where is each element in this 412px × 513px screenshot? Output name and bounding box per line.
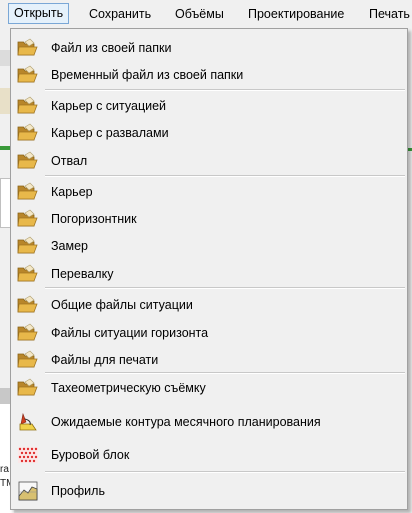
folder-icon [17, 378, 39, 398]
menu-item-label: Карьер [51, 185, 93, 199]
folder-icon [17, 151, 39, 171]
folder-icon [17, 264, 39, 284]
menu-item-label: Карьер с развалами [51, 126, 169, 140]
menu-item[interactable]: Погоризонтник [13, 207, 405, 231]
menu-item-label: Временный файл из своей папки [51, 68, 244, 82]
menu-open[interactable]: Открыть [8, 3, 70, 24]
folder-icon [17, 209, 39, 229]
menu-item[interactable]: Карьер с развалами [13, 121, 405, 145]
folder-icon [17, 350, 39, 370]
menu-item-label: Профиль [51, 484, 105, 498]
menu-item-label: Ожидаемые контура месячного планирования [51, 415, 321, 429]
drill-block-icon [17, 445, 39, 465]
menu-bar: Открыть Сохранить Объёмы Проектирование … [0, 0, 412, 29]
menu-item[interactable]: Общие файлы ситуации [13, 293, 405, 317]
menu-item-label: Файлы для печати [51, 353, 159, 367]
folder-icon [17, 236, 39, 256]
menu-volumes[interactable]: Объёмы [170, 4, 229, 24]
menu-item[interactable]: Карьер [13, 180, 405, 204]
open-menu-dropdown: Файл из своей папки Временный файл из св… [10, 28, 408, 510]
menu-item[interactable]: Отвал [13, 149, 405, 173]
menu-separator [45, 287, 405, 289]
profile-chart-icon [17, 481, 39, 501]
menu-item-label: Карьер с ситуацией [51, 99, 167, 113]
menu-item[interactable]: Ожидаемые контура месячного планирования [13, 410, 405, 434]
menu-item-label: Файл из своей папки [51, 41, 172, 55]
menu-item-label: Тахеометрическую съёмку [51, 381, 206, 395]
folder-icon [17, 182, 39, 202]
menu-save[interactable]: Сохранить [84, 4, 156, 24]
menu-item-label: Файлы ситуации горизонта [51, 326, 209, 340]
folder-icon [17, 65, 39, 85]
menu-item[interactable]: Перевалку [13, 262, 405, 286]
menu-item-label: Погоризонтник [51, 212, 137, 226]
menu-item[interactable]: Файлы для печати [13, 348, 405, 372]
menu-item[interactable]: Замер [13, 234, 405, 258]
menu-separator [45, 89, 405, 91]
menu-separator [45, 471, 405, 473]
folder-icon [17, 123, 39, 143]
menu-item-label: Перевалку [51, 267, 114, 281]
menu-item[interactable]: Временный файл из своей папки [13, 63, 405, 87]
folder-icon [17, 323, 39, 343]
menu-item[interactable]: Файлы ситуации горизонта [13, 321, 405, 345]
folder-icon [17, 96, 39, 116]
menu-item-label: Отвал [51, 154, 88, 168]
menu-item-label: Буровой блок [51, 448, 130, 462]
menu-item-label: Замер [51, 239, 88, 253]
menu-item-label: Общие файлы ситуации [51, 298, 193, 312]
menu-print[interactable]: Печать [364, 4, 412, 24]
menu-item[interactable]: Тахеометрическую съёмку [13, 376, 405, 400]
menu-separator [45, 175, 405, 177]
menu-item[interactable]: Файл из своей папки [13, 36, 405, 60]
menu-separator [45, 372, 405, 374]
folder-icon [17, 295, 39, 315]
contour-icon [17, 412, 39, 432]
menu-item[interactable]: Буровой блок [13, 443, 405, 467]
folder-icon [17, 38, 39, 58]
menu-design[interactable]: Проектирование [243, 4, 349, 24]
menu-item[interactable]: Профиль [13, 479, 405, 503]
background-text-fragment: ra [0, 464, 9, 475]
menu-item[interactable]: Карьер с ситуацией [13, 94, 405, 118]
